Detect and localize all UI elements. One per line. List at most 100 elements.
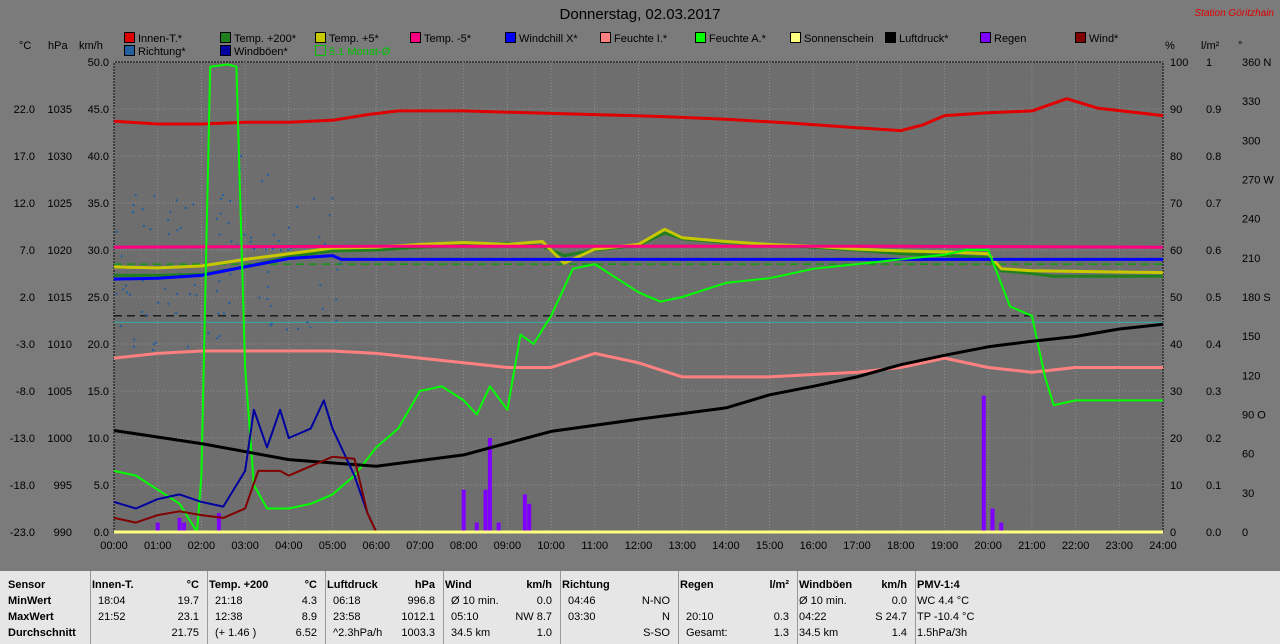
y-tick-rain: 0.0 bbox=[1206, 527, 1221, 539]
direction-point bbox=[323, 243, 326, 246]
direction-point bbox=[169, 210, 172, 213]
y-tick-direction: 0 bbox=[1242, 527, 1248, 539]
stats-row: 34.5 km 1.4 bbox=[797, 625, 915, 641]
x-tick-label: 06:00 bbox=[362, 540, 390, 552]
y-tick-temp: -13.0 bbox=[10, 433, 35, 445]
y-tick-rain: 0.6 bbox=[1206, 245, 1221, 257]
stats-row: 06:18 996.8 bbox=[325, 593, 443, 609]
stats-header: Temp. +200 °C bbox=[207, 577, 325, 593]
stats-cell-value: 23.1 bbox=[177, 611, 199, 623]
x-tick-label: 09:00 bbox=[494, 540, 522, 552]
stats-cell-label: 04:22 bbox=[799, 611, 827, 623]
stats-row: S-SO bbox=[560, 625, 678, 641]
y-tick-wind: 20.0 bbox=[88, 339, 109, 351]
legend-label: Innen-T.* bbox=[138, 33, 183, 45]
y-tick-pressure: 1015 bbox=[48, 292, 72, 304]
y-tick-humidity: 60 bbox=[1170, 245, 1182, 257]
direction-point bbox=[271, 247, 274, 250]
stats-header: Wind km/h bbox=[443, 577, 560, 593]
y-tick-rain: 0.9 bbox=[1206, 104, 1221, 116]
stats-header-title: Regen bbox=[680, 579, 714, 591]
stats-column: Luftdruck hPa 06:18 996.8 23:58 1012.1 ^2.3hPa… bbox=[325, 571, 444, 644]
weather-chart: 00:00 01:00 02:00 03:00 04:00 05:00 06:00 07:00… bbox=[10, 57, 1274, 552]
y-tick-temp: 2.0 bbox=[20, 292, 35, 304]
stats-header-title: Innen-T. bbox=[92, 579, 134, 591]
stats-cell-value: 8.9 bbox=[301, 611, 317, 623]
x-tick-label: 10:00 bbox=[537, 540, 565, 552]
direction-point bbox=[249, 240, 252, 243]
y-tick-direction: 120 bbox=[1242, 370, 1260, 382]
direction-point bbox=[141, 208, 144, 211]
x-tick-label: 04:00 bbox=[275, 540, 303, 552]
legend-item: Sonnenschein bbox=[790, 32, 874, 45]
legend-swatch bbox=[1075, 32, 1086, 43]
direction-point bbox=[195, 294, 198, 297]
stats-table: Sensor MinWert MaxWert Durchschnitt Innen-T.… bbox=[0, 571, 1280, 644]
stats-cell-label: Durchschnitt bbox=[8, 627, 76, 639]
stats-cell-label: 03:30 bbox=[568, 611, 596, 623]
direction-point bbox=[134, 194, 137, 197]
legend-swatch bbox=[980, 32, 991, 43]
stats-header-title: Sensor bbox=[8, 579, 46, 591]
direction-point bbox=[133, 338, 136, 341]
y-tick-temp: -3.0 bbox=[16, 339, 35, 351]
direction-point bbox=[218, 280, 221, 283]
rain-bar bbox=[527, 503, 532, 532]
rain-bar bbox=[483, 489, 488, 532]
direction-point bbox=[229, 199, 232, 202]
direction-point bbox=[131, 211, 134, 214]
direction-point bbox=[154, 341, 157, 344]
y-tick-direction: 150 bbox=[1242, 331, 1260, 343]
direction-point bbox=[115, 292, 118, 295]
direction-point bbox=[175, 312, 178, 315]
direction-point bbox=[287, 248, 290, 251]
y-tick-rain: 0.1 bbox=[1206, 480, 1221, 492]
stats-cell-label: (+ 1.46 ) bbox=[215, 627, 257, 639]
stats-row: MinWert bbox=[6, 593, 90, 609]
rain-bar bbox=[461, 489, 466, 532]
direction-point bbox=[318, 236, 321, 239]
direction-point bbox=[336, 268, 339, 271]
stats-cell-label: 05:10 bbox=[451, 611, 479, 623]
stats-cell-label: MinWert bbox=[8, 595, 52, 607]
stats-header: Sensor bbox=[6, 577, 90, 593]
y-tick-direction: 60 bbox=[1242, 449, 1254, 461]
legend-label: Windchill X* bbox=[519, 33, 578, 45]
direction-point bbox=[215, 290, 218, 293]
direction-point bbox=[312, 197, 315, 200]
x-tick-label: 21:00 bbox=[1018, 540, 1046, 552]
y-tick-rain: 0.7 bbox=[1206, 198, 1221, 210]
y-tick-rain: 0.4 bbox=[1206, 339, 1221, 351]
stats-column: Regen l/m² 20:10 0.3 Gesamt: 1.3 bbox=[678, 571, 798, 644]
x-tick-label: 08:00 bbox=[450, 540, 478, 552]
stats-cell-label: 04:46 bbox=[568, 595, 596, 607]
direction-point bbox=[167, 219, 170, 222]
x-tick-label: 03:00 bbox=[231, 540, 259, 552]
y-tick-temp: -8.0 bbox=[16, 386, 35, 398]
direction-point bbox=[184, 207, 187, 210]
direction-point bbox=[287, 226, 290, 229]
direction-point bbox=[335, 298, 338, 301]
series-temp-5- bbox=[113, 244, 1164, 249]
legend-item: Feuchte A.* bbox=[695, 32, 766, 45]
y-tick-direction: 300 bbox=[1242, 135, 1260, 147]
stats-cell-label: Ø 10 min. bbox=[799, 595, 847, 607]
y-tick-temp: 12.0 bbox=[14, 198, 35, 210]
y-tick-wind: 5.0 bbox=[94, 480, 109, 492]
y-tick-rain: 0.2 bbox=[1206, 433, 1221, 445]
stats-cell-value: 21.75 bbox=[171, 627, 199, 639]
legend-label: Regen bbox=[994, 33, 1027, 45]
legend-swatch bbox=[695, 32, 706, 43]
y-tick-wind: 25.0 bbox=[88, 292, 109, 304]
stats-row: 34.5 km 1.0 bbox=[443, 625, 560, 641]
stats-header: Windböen km/h bbox=[797, 577, 915, 593]
stats-row: ^2.3hPa/h 1003.3 bbox=[325, 625, 443, 641]
stats-header-unit: °C bbox=[186, 579, 199, 591]
direction-point bbox=[277, 239, 280, 242]
direction-point bbox=[163, 287, 166, 290]
direction-point bbox=[186, 345, 189, 348]
direction-point bbox=[265, 248, 268, 251]
y-tick-pressure: 1030 bbox=[48, 151, 72, 163]
direction-point bbox=[179, 226, 182, 229]
y-tick-direction: 240 bbox=[1242, 214, 1260, 226]
